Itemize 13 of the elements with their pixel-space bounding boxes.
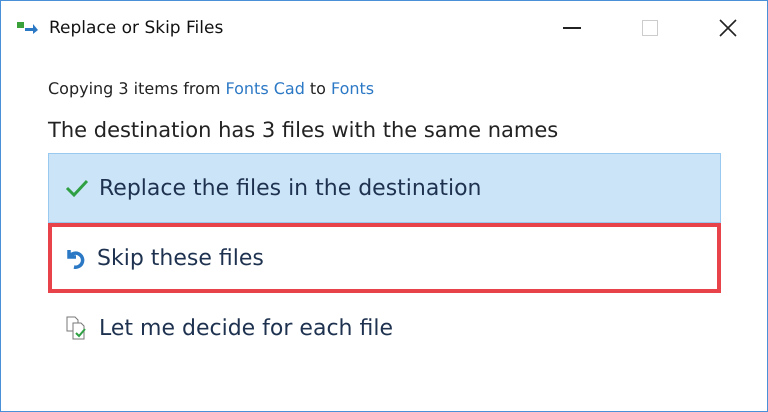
summary-text: to bbox=[310, 78, 326, 98]
summary-text: Copying 3 items from bbox=[48, 78, 220, 98]
conflict-heading: The destination has 3 files with the same names bbox=[48, 117, 560, 144]
minimize-icon bbox=[563, 27, 581, 29]
checkmark-icon bbox=[65, 178, 89, 198]
choice-option[interactable]: Replace the files in the destination bbox=[48, 153, 721, 223]
folder-link[interactable]: Fonts Cad bbox=[225, 78, 305, 98]
choice-option[interactable]: Skip these files bbox=[48, 223, 721, 293]
maximize-icon bbox=[642, 20, 658, 36]
window-title: Replace or Skip Files bbox=[49, 18, 224, 38]
folder-link[interactable]: Fonts bbox=[330, 78, 374, 98]
close-icon bbox=[719, 19, 737, 37]
file-move-icon bbox=[17, 21, 39, 35]
